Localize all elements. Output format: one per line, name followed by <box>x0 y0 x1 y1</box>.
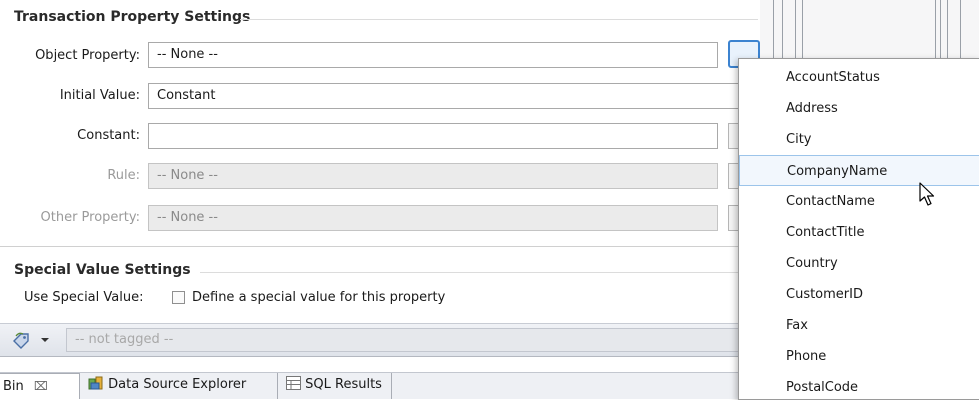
dropdown-item[interactable]: Address <box>739 93 979 124</box>
tab-sql-results-label: SQL Results <box>305 377 382 392</box>
transaction-section-title: Transaction Property Settings <box>14 9 251 25</box>
constant-input[interactable] <box>148 123 718 149</box>
dropdown-item[interactable]: PostalCode <box>739 372 979 399</box>
section-divider <box>200 272 758 273</box>
dropdown-item[interactable]: ContactTitle <box>739 217 979 248</box>
tag-input[interactable]: -- not tagged -- <box>66 328 756 352</box>
tab-data-source-explorer[interactable]: Data Source Explorer <box>82 373 278 399</box>
bottom-tab-strip: Bin ⌧ Data Source Explorer SQL Results <box>0 372 760 399</box>
dropdown-item[interactable]: Country <box>739 248 979 279</box>
table-icon <box>286 376 301 390</box>
dropdown-item[interactable]: Fax <box>739 310 979 341</box>
other-property-label: Other Property: <box>40 210 141 225</box>
tab-bin[interactable]: Bin ⌧ <box>0 373 80 399</box>
dropdown-item[interactable]: ContactName <box>739 186 979 217</box>
tag-icon[interactable] <box>12 331 32 349</box>
tab-data-source-explorer-label: Data Source Explorer <box>108 377 247 392</box>
dropdown-item[interactable]: CompanyName <box>739 155 979 186</box>
dropdown-item[interactable]: City <box>739 124 979 155</box>
tab-bin-label: Bin <box>3 379 24 394</box>
use-special-value-label: Use Special Value: <box>24 290 144 305</box>
dropdown-item[interactable]: AccountStatus <box>739 62 979 93</box>
chevron-down-icon[interactable] <box>40 336 50 344</box>
section-divider <box>240 19 758 20</box>
dropdown-item[interactable]: CustomerID <box>739 279 979 310</box>
constant-label: Constant: <box>77 128 140 143</box>
tab-sql-results[interactable]: SQL Results <box>280 373 392 399</box>
database-icon <box>88 376 103 390</box>
special-value-checkbox-label[interactable]: Define a special value for this property <box>192 290 445 305</box>
other-property-combo[interactable]: -- None -- <box>148 205 718 231</box>
special-value-checkbox[interactable] <box>172 291 185 304</box>
mouse-pointer-icon <box>919 182 935 206</box>
initial-value-label: Initial Value: <box>59 88 140 103</box>
initial-value-select[interactable]: Constant <box>148 83 740 109</box>
rule-combo[interactable]: -- None -- <box>148 163 718 189</box>
object-property-label: Object Property: <box>35 48 140 63</box>
dropdown-item[interactable]: Phone <box>739 341 979 372</box>
object-property-combo[interactable]: -- None -- <box>148 42 718 68</box>
form-divider <box>0 246 760 247</box>
rule-label: Rule: <box>107 168 140 183</box>
close-icon[interactable]: ⌧ <box>34 379 48 393</box>
property-dropdown-list: AccountStatus Address City CompanyName Conta… <box>738 58 979 400</box>
tag-bar: -- not tagged -- <box>0 323 760 357</box>
special-section-title: Special Value Settings <box>14 262 191 278</box>
